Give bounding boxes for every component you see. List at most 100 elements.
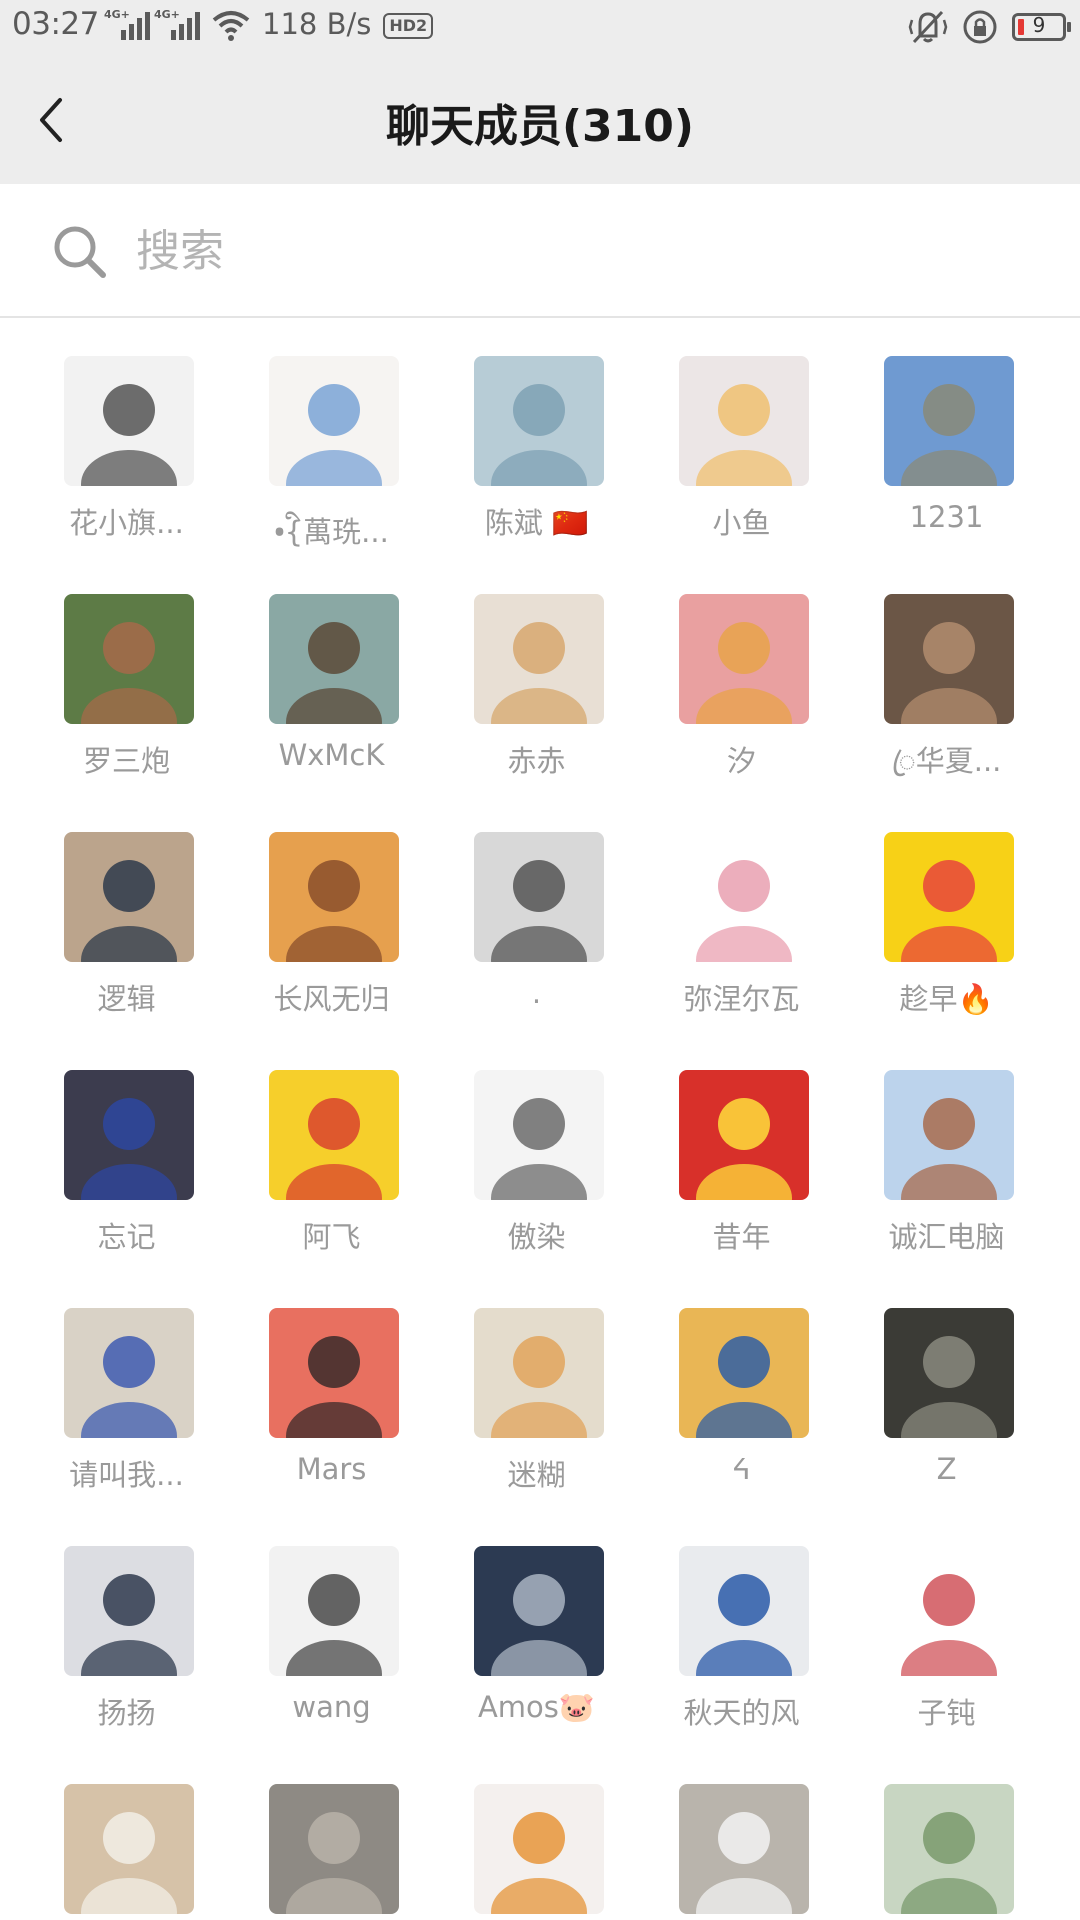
member-item[interactable]: 长风无归 — [229, 832, 434, 1052]
rotation-lock-icon — [963, 10, 997, 44]
avatar[interactable] — [474, 356, 604, 486]
search-icon — [54, 226, 106, 278]
member-name: wang — [292, 1690, 371, 1724]
member-name: ᔦ — [732, 1452, 751, 1486]
status-time: 03:27 — [12, 6, 99, 42]
avatar[interactable] — [679, 1070, 809, 1200]
avatar[interactable] — [679, 1546, 809, 1676]
member-name: 诚汇电脑 — [888, 1220, 1005, 1254]
member-name: 子钝 — [917, 1696, 976, 1730]
avatar[interactable] — [884, 1546, 1014, 1676]
member-item[interactable]: 诚汇电脑 — [844, 1070, 1049, 1290]
member-item[interactable]: 趁早🔥 — [844, 832, 1049, 1052]
member-name: 逻辑 — [97, 982, 156, 1016]
member-item[interactable]: 迷糊 — [434, 1308, 639, 1528]
member-item[interactable]: wang — [229, 1546, 434, 1766]
member-name: 请叫我... — [69, 1458, 184, 1492]
member-item[interactable]: 花小旗... — [24, 356, 229, 576]
avatar[interactable] — [474, 1546, 604, 1676]
member-item[interactable] — [639, 1784, 844, 1920]
avatar[interactable] — [884, 1070, 1014, 1200]
member-name: WxMcK — [278, 738, 385, 772]
member-item[interactable]: . — [434, 832, 639, 1052]
avatar[interactable] — [64, 1546, 194, 1676]
member-name: 扬扬 — [97, 1696, 156, 1730]
avatar[interactable] — [679, 594, 809, 724]
member-item[interactable]: 陈斌 🇨🇳 — [434, 356, 639, 576]
member-item[interactable]: 赤赤 — [434, 594, 639, 814]
avatar[interactable] — [64, 832, 194, 962]
avatar[interactable] — [64, 594, 194, 724]
member-name: 昔年 — [712, 1220, 771, 1254]
avatar[interactable] — [269, 1784, 399, 1914]
member-item[interactable]: •ི{萬珗... — [229, 356, 434, 576]
avatar[interactable] — [679, 832, 809, 962]
avatar[interactable] — [269, 832, 399, 962]
member-item[interactable]: Mars — [229, 1308, 434, 1528]
avatar[interactable] — [679, 356, 809, 486]
avatar[interactable] — [474, 1308, 604, 1438]
member-item[interactable]: Amos🐷 — [434, 1546, 639, 1766]
member-item[interactable]: 阿飞 — [229, 1070, 434, 1290]
avatar[interactable] — [474, 594, 604, 724]
member-item[interactable]: ꦿ华夏... — [844, 594, 1049, 814]
avatar[interactable] — [884, 832, 1014, 962]
member-name: •ི{萬珗... — [274, 515, 389, 549]
network-indicators: 4G+ 4G+ 118 B/s HD2 — [104, 7, 434, 42]
member-item[interactable]: 汐 — [639, 594, 844, 814]
member-name: 趁早🔥 — [899, 982, 994, 1016]
member-name: Amos🐷 — [477, 1690, 596, 1724]
member-item[interactable]: WxMcK — [229, 594, 434, 814]
member-item[interactable]: 傲染 — [434, 1070, 639, 1290]
avatar[interactable] — [269, 594, 399, 724]
member-item[interactable] — [844, 1784, 1049, 1920]
vibrate-icon — [908, 10, 948, 44]
avatar[interactable] — [884, 356, 1014, 486]
battery-level: 9 — [1032, 13, 1046, 37]
avatar[interactable] — [474, 1784, 604, 1914]
avatar[interactable] — [269, 1308, 399, 1438]
avatar[interactable] — [64, 1784, 194, 1914]
member-name: . — [531, 976, 542, 1010]
avatar[interactable] — [474, 1070, 604, 1200]
member-item[interactable]: 子钝 — [844, 1546, 1049, 1766]
member-item[interactable] — [434, 1784, 639, 1920]
member-name: 弥涅尔瓦 — [683, 982, 800, 1016]
member-item[interactable] — [229, 1784, 434, 1920]
member-name: 长风无归 — [273, 982, 390, 1016]
member-name: 1231 — [909, 500, 984, 534]
signal-2-icon: 4G+ — [154, 8, 200, 42]
avatar[interactable] — [64, 1308, 194, 1438]
member-item[interactable]: 罗三炮 — [24, 594, 229, 814]
avatar[interactable] — [679, 1784, 809, 1914]
avatar[interactable] — [884, 1784, 1014, 1914]
avatar[interactable] — [884, 594, 1014, 724]
signal-1-icon: 4G+ — [104, 8, 150, 42]
member-name: 阿飞 — [302, 1220, 361, 1254]
member-item[interactable] — [24, 1784, 229, 1920]
status-bar: 03:27 4G+ 4G+ 118 B/s HD2 9 — [0, 0, 1080, 56]
member-item[interactable]: Z — [844, 1308, 1049, 1528]
member-item[interactable]: ᔦ — [639, 1308, 844, 1528]
member-name: 陈斌 🇨🇳 — [484, 506, 589, 540]
member-item[interactable]: 扬扬 — [24, 1546, 229, 1766]
member-name: 忘记 — [97, 1220, 156, 1254]
member-item[interactable]: 1231 — [844, 356, 1049, 576]
member-item[interactable]: 逻辑 — [24, 832, 229, 1052]
avatar[interactable] — [64, 356, 194, 486]
avatar[interactable] — [474, 832, 604, 962]
avatar[interactable] — [269, 356, 399, 486]
avatar[interactable] — [269, 1546, 399, 1676]
member-item[interactable]: 小鱼 — [639, 356, 844, 576]
search-input[interactable] — [134, 214, 1018, 288]
member-item[interactable]: 昔年 — [639, 1070, 844, 1290]
member-item[interactable]: 弥涅尔瓦 — [639, 832, 844, 1052]
member-item[interactable]: 忘记 — [24, 1070, 229, 1290]
member-item[interactable]: 请叫我... — [24, 1308, 229, 1528]
member-item[interactable]: 秋天的风 — [639, 1546, 844, 1766]
avatar[interactable] — [64, 1070, 194, 1200]
avatar[interactable] — [679, 1308, 809, 1438]
search-bar — [0, 184, 1080, 318]
avatar[interactable] — [884, 1308, 1014, 1438]
avatar[interactable] — [269, 1070, 399, 1200]
